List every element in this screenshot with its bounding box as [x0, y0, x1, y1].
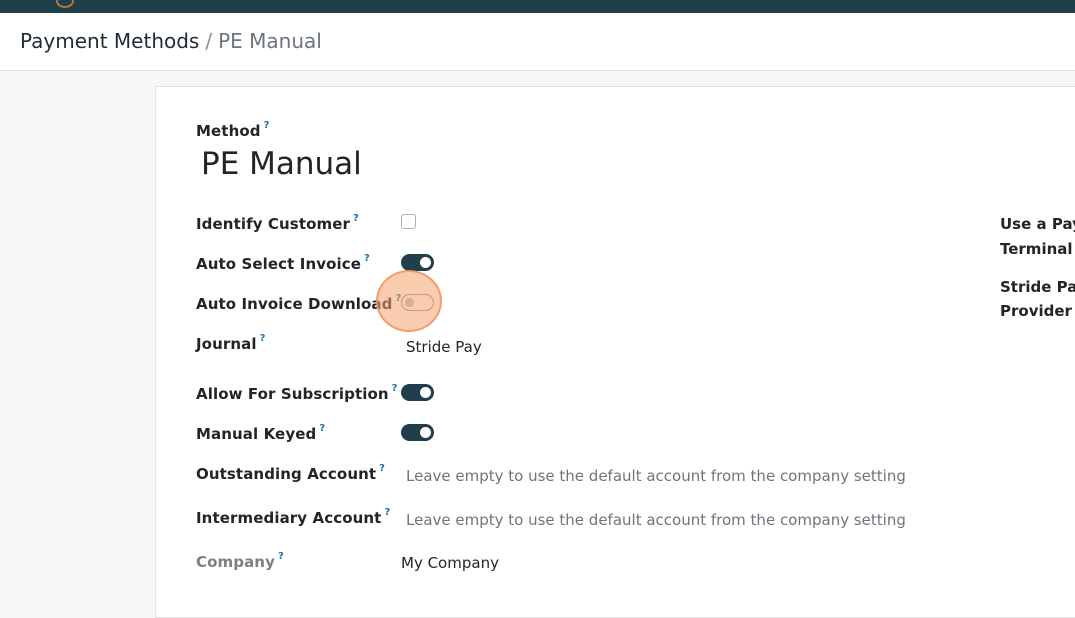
manual-keyed-label: Manual Keyed? [196, 425, 325, 443]
stride-payment-provider-label-text: Provider [1000, 302, 1072, 320]
method-help-icon[interactable]: ? [264, 120, 270, 131]
breadcrumb-current: PE Manual [218, 29, 322, 53]
control-panel: Payment Methods/PE Manual [0, 13, 1075, 71]
intermediary-account-input[interactable]: Leave empty to use the default account f… [406, 511, 906, 529]
outstanding-account-label: Outstanding Account? [196, 465, 385, 483]
breadcrumb-payment-methods-link[interactable]: Payment Methods [20, 29, 199, 53]
intermediary-account-label: Intermediary Account? [196, 509, 390, 527]
toggle-knob [405, 298, 414, 307]
identify-customer-label-text: Identify Customer [196, 215, 350, 233]
auto-select-invoice-help-icon[interactable]: ? [364, 253, 370, 264]
use-payment-terminal-label-line1: Use a Payr [1000, 215, 1075, 233]
auto-invoice-download-label: Auto Invoice Download? [196, 295, 401, 313]
auto-invoice-download-toggle[interactable] [401, 294, 434, 311]
allow-for-subscription-label-text: Allow For Subscription [196, 385, 389, 403]
breadcrumb: Payment Methods/PE Manual [20, 29, 322, 53]
journal-label: Journal? [196, 335, 266, 353]
allow-for-subscription-help-icon[interactable]: ? [392, 383, 398, 394]
auto-invoice-download-label-text: Auto Invoice Download [196, 295, 392, 313]
company-label-text: Company [196, 553, 275, 571]
journal-label-text: Journal [196, 335, 257, 353]
use-payment-terminal-label-text: Terminal [1000, 240, 1073, 258]
manual-keyed-label-text: Manual Keyed [196, 425, 316, 443]
method-label: Method? [196, 122, 270, 140]
auto-select-invoice-label: Auto Select Invoice? [196, 255, 370, 273]
auto-select-invoice-toggle[interactable] [401, 254, 434, 271]
stride-payment-provider-label-line1: Stride Payr [1000, 278, 1075, 296]
company-label: Company? [196, 553, 284, 571]
journal-field[interactable]: Stride Pay [406, 338, 482, 356]
outstanding-account-help-icon[interactable]: ? [379, 463, 385, 474]
use-payment-terminal-label-line2: Terminal? [1000, 240, 1075, 258]
method-label-text: Method [196, 122, 261, 140]
manual-keyed-toggle[interactable] [401, 424, 434, 441]
journal-help-icon[interactable]: ? [260, 333, 266, 344]
app-logo-icon[interactable] [56, 0, 74, 8]
company-field[interactable]: My Company [401, 554, 499, 572]
intermediary-account-label-text: Intermediary Account [196, 509, 381, 527]
breadcrumb-separator: / [205, 29, 212, 53]
toggle-knob [420, 257, 431, 268]
identify-customer-help-icon[interactable]: ? [353, 213, 359, 224]
identify-customer-label: Identify Customer? [196, 215, 359, 233]
intermediary-account-help-icon[interactable]: ? [384, 507, 390, 518]
top-navbar [0, 0, 1075, 13]
stride-payment-provider-label-line2: Provider? [1000, 302, 1075, 320]
allow-for-subscription-label: Allow For Subscription? [196, 385, 398, 403]
outstanding-account-label-text: Outstanding Account [196, 465, 376, 483]
identify-customer-checkbox[interactable] [401, 214, 416, 229]
toggle-knob [420, 387, 431, 398]
auto-select-invoice-label-text: Auto Select Invoice [196, 255, 361, 273]
allow-for-subscription-toggle[interactable] [401, 384, 434, 401]
manual-keyed-help-icon[interactable]: ? [319, 423, 325, 434]
outstanding-account-input[interactable]: Leave empty to use the default account f… [406, 467, 906, 485]
company-help-icon[interactable]: ? [278, 551, 284, 562]
method-name-input[interactable]: PE Manual [201, 146, 362, 182]
toggle-knob [420, 427, 431, 438]
